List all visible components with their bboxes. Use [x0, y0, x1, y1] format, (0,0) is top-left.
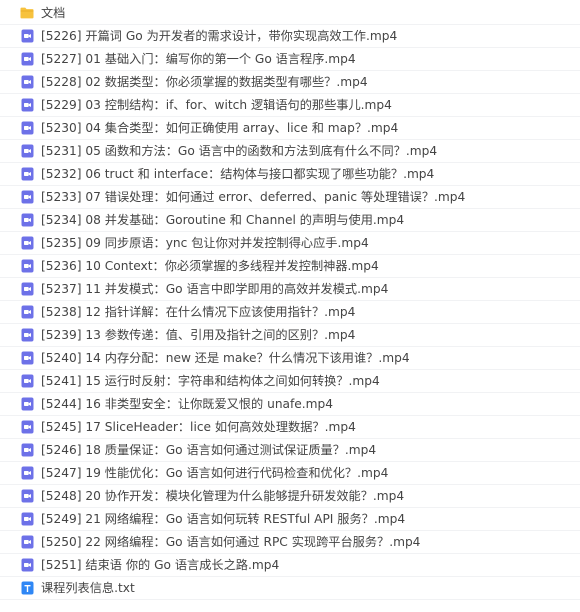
file-name: [5247] 19 性能优化：Go 语言如何进行代码检查和优化？.mp4	[41, 465, 389, 480]
video-file-icon	[20, 558, 34, 572]
file-name: [5234] 08 并发基础：Goroutine 和 Channel 的声明与使…	[41, 212, 405, 227]
file-row[interactable]: [5248] 20 协作开发：模块化管理为什么能够提升研发效能？.mp4	[0, 485, 580, 508]
video-file-icon	[20, 466, 34, 480]
file-name: [5230] 04 集合类型：如何正确使用 array、lice 和 map？.…	[41, 120, 399, 135]
file-name: [5251] 结束语 你的 Go 语言成长之路.mp4	[41, 557, 280, 572]
video-file-icon	[20, 236, 34, 250]
file-name: 文档	[41, 5, 66, 20]
video-file-icon	[20, 167, 34, 181]
file-name: [5236] 10 Context：你必须掌握的多线程并发控制神器.mp4	[41, 258, 379, 273]
file-name: [5250] 22 网络编程：Go 语言如何通过 RPC 实现跨平台服务？.mp…	[41, 534, 421, 549]
video-file-icon	[20, 535, 34, 549]
file-name: [5226] 开篇词 Go 为开发者的需求设计，带你实现高效工作.mp4	[41, 28, 398, 43]
file-name: [5237] 11 并发模式：Go 语言中即学即用的高效并发模式.mp4	[41, 281, 389, 296]
file-row[interactable]: [5246] 18 质量保证：Go 语言如何通过测试保证质量？.mp4	[0, 439, 580, 462]
video-file-icon	[20, 282, 34, 296]
file-row[interactable]: [5241] 15 运行时反射：字符串和结构体之间如何转换？.mp4	[0, 370, 580, 393]
file-row[interactable]: [5231] 05 函数和方法：Go 语言中的函数和方法到底有什么不同？.mp4	[0, 140, 580, 163]
file-name: [5238] 12 指针详解：在什么情况下应该使用指针？.mp4	[41, 304, 356, 319]
file-row[interactable]: [5238] 12 指针详解：在什么情况下应该使用指针？.mp4	[0, 301, 580, 324]
file-name: [5239] 13 参数传递：值、引用及指针之间的区别？.mp4	[41, 327, 356, 342]
file-name: [5233] 07 错误处理：如何通过 error、deferred、panic…	[41, 189, 466, 204]
file-list: 文档 [5226] 开篇词 Go 为开发者的需求设计，带你实现高效工作.mp4 [5…	[0, 0, 580, 612]
video-file-icon	[20, 213, 34, 227]
file-row[interactable]: [5228] 02 数据类型：你必须掌握的数据类型有哪些？.mp4	[0, 71, 580, 94]
file-name: [5241] 15 运行时反射：字符串和结构体之间如何转换？.mp4	[41, 373, 380, 388]
file-name: [5229] 03 控制结构：if、for、witch 逻辑语句的那些事儿.mp…	[41, 97, 392, 112]
video-file-icon	[20, 351, 34, 365]
file-row[interactable]: [5245] 17 SliceHeader：lice 如何高效处理数据？.mp4	[0, 416, 580, 439]
video-file-icon	[20, 328, 34, 342]
file-row[interactable]: [5226] 开篇词 Go 为开发者的需求设计，带你实现高效工作.mp4	[0, 25, 580, 48]
text-file-icon	[20, 581, 34, 595]
file-row[interactable]: [5250] 22 网络编程：Go 语言如何通过 RPC 实现跨平台服务？.mp…	[0, 531, 580, 554]
file-name: [5249] 21 网络编程：Go 语言如何玩转 RESTful API 服务？…	[41, 511, 406, 526]
file-row[interactable]: [5235] 09 同步原语：ync 包让你对并发控制得心应手.mp4	[0, 232, 580, 255]
video-file-icon	[20, 190, 34, 204]
file-name: [5244] 16 非类型安全：让你既爱又恨的 unafe.mp4	[41, 396, 334, 411]
video-file-icon	[20, 512, 34, 526]
file-row[interactable]: [5236] 10 Context：你必须掌握的多线程并发控制神器.mp4	[0, 255, 580, 278]
video-file-icon	[20, 305, 34, 319]
file-name: [5246] 18 质量保证：Go 语言如何通过测试保证质量？.mp4	[41, 442, 377, 457]
file-row[interactable]: [5240] 14 内存分配：new 还是 make？什么情况下该用谁？.mp4	[0, 347, 580, 370]
file-name: [5248] 20 协作开发：模块化管理为什么能够提升研发效能？.mp4	[41, 488, 405, 503]
file-row[interactable]: [5239] 13 参数传递：值、引用及指针之间的区别？.mp4	[0, 324, 580, 347]
file-row[interactable]: [5227] 01 基础入门：编写你的第一个 Go 语言程序.mp4	[0, 48, 580, 71]
file-row[interactable]: [5230] 04 集合类型：如何正确使用 array、lice 和 map？.…	[0, 117, 580, 140]
file-row[interactable]: [5247] 19 性能优化：Go 语言如何进行代码检查和优化？.mp4	[0, 462, 580, 485]
folder-icon	[20, 6, 34, 20]
video-file-icon	[20, 443, 34, 457]
video-file-icon	[20, 374, 34, 388]
file-row[interactable]: [5232] 06 truct 和 interface：结构体与接口都实现了哪些…	[0, 163, 580, 186]
file-name: [5240] 14 内存分配：new 还是 make？什么情况下该用谁？.mp4	[41, 350, 410, 365]
video-file-icon	[20, 420, 34, 434]
video-file-icon	[20, 144, 34, 158]
video-file-icon	[20, 121, 34, 135]
video-file-icon	[20, 397, 34, 411]
file-name: [5227] 01 基础入门：编写你的第一个 Go 语言程序.mp4	[41, 51, 356, 66]
file-row[interactable]: [5249] 21 网络编程：Go 语言如何玩转 RESTful API 服务？…	[0, 508, 580, 531]
file-name: [5228] 02 数据类型：你必须掌握的数据类型有哪些？.mp4	[41, 74, 368, 89]
file-row[interactable]: 课程列表信息.txt	[0, 577, 580, 600]
video-file-icon	[20, 75, 34, 89]
file-name: [5231] 05 函数和方法：Go 语言中的函数和方法到底有什么不同？.mp4	[41, 143, 438, 158]
file-name: 课程列表信息.txt	[41, 580, 135, 595]
video-file-icon	[20, 98, 34, 112]
video-file-icon	[20, 29, 34, 43]
video-file-icon	[20, 52, 34, 66]
video-file-icon	[20, 259, 34, 273]
file-row[interactable]: [5237] 11 并发模式：Go 语言中即学即用的高效并发模式.mp4	[0, 278, 580, 301]
file-row[interactable]: [5244] 16 非类型安全：让你既爱又恨的 unafe.mp4	[0, 393, 580, 416]
file-name: [5235] 09 同步原语：ync 包让你对并发控制得心应手.mp4	[41, 235, 369, 250]
file-name: [5245] 17 SliceHeader：lice 如何高效处理数据？.mp4	[41, 419, 356, 434]
file-row[interactable]: [5229] 03 控制结构：if、for、witch 逻辑语句的那些事儿.mp…	[0, 94, 580, 117]
file-row[interactable]: [5233] 07 错误处理：如何通过 error、deferred、panic…	[0, 186, 580, 209]
file-name: [5232] 06 truct 和 interface：结构体与接口都实现了哪些…	[41, 166, 435, 181]
file-row[interactable]: [5234] 08 并发基础：Goroutine 和 Channel 的声明与使…	[0, 209, 580, 232]
video-file-icon	[20, 489, 34, 503]
folder-row[interactable]: 文档	[0, 2, 580, 25]
file-row[interactable]: [5251] 结束语 你的 Go 语言成长之路.mp4	[0, 554, 580, 577]
